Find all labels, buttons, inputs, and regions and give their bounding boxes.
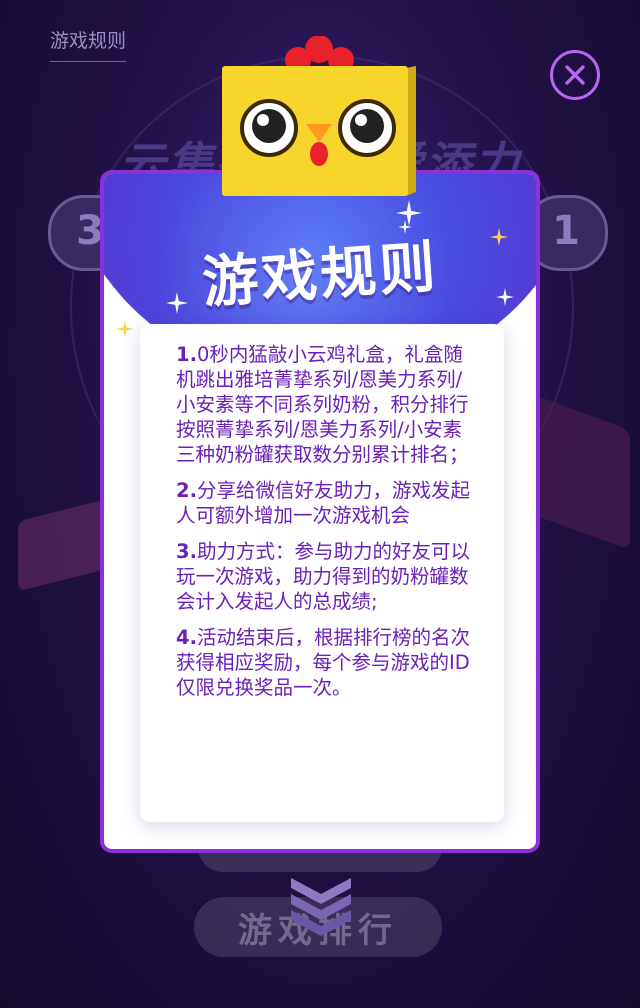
- rule-item: 4.活动结束后，根据排行榜的名次获得相应奖励，每个参与游戏的ID仅限兑换奖品一次…: [176, 626, 470, 699]
- rules-card: 1.0秒内猛敲小云鸡礼盒，礼盒随机跳出雅培菁挚系列/恩美力系列/小安素等不同系列…: [140, 324, 504, 822]
- rule-item: 2.分享给微信好友助力，游戏发起人可额外增加一次游戏机会: [176, 479, 470, 527]
- chick-mascot-icon: [222, 36, 416, 196]
- sparkle-icon: [496, 288, 514, 306]
- rule-item: 3.助力方式：参与助力的好友可以玩一次游戏，助力得到的奶粉罐数会计入发起人的总成…: [176, 540, 470, 613]
- close-button[interactable]: [550, 50, 600, 100]
- bg-rules-link[interactable]: 游戏规则: [50, 26, 127, 62]
- sparkle-icon: [490, 228, 508, 246]
- rules-modal: 游戏规则 1.0秒内猛敲小云鸡礼盒，礼盒随机跳出雅培菁挚系列/恩美力系列/小安素…: [100, 170, 540, 853]
- chevron-down-icon: [291, 878, 351, 936]
- sparkle-icon: [166, 292, 188, 314]
- sparkle-icon: [398, 220, 412, 234]
- close-icon: [565, 65, 585, 85]
- rule-item: 1.0秒内猛敲小云鸡礼盒，礼盒随机跳出雅培菁挚系列/恩美力系列/小安素等不同系列…: [176, 343, 469, 466]
- sparkle-icon: [116, 320, 134, 338]
- rules-list: 1.0秒内猛敲小云鸡礼盒，礼盒随机跳出雅培菁挚系列/恩美力系列/小安素等不同系列…: [140, 324, 504, 700]
